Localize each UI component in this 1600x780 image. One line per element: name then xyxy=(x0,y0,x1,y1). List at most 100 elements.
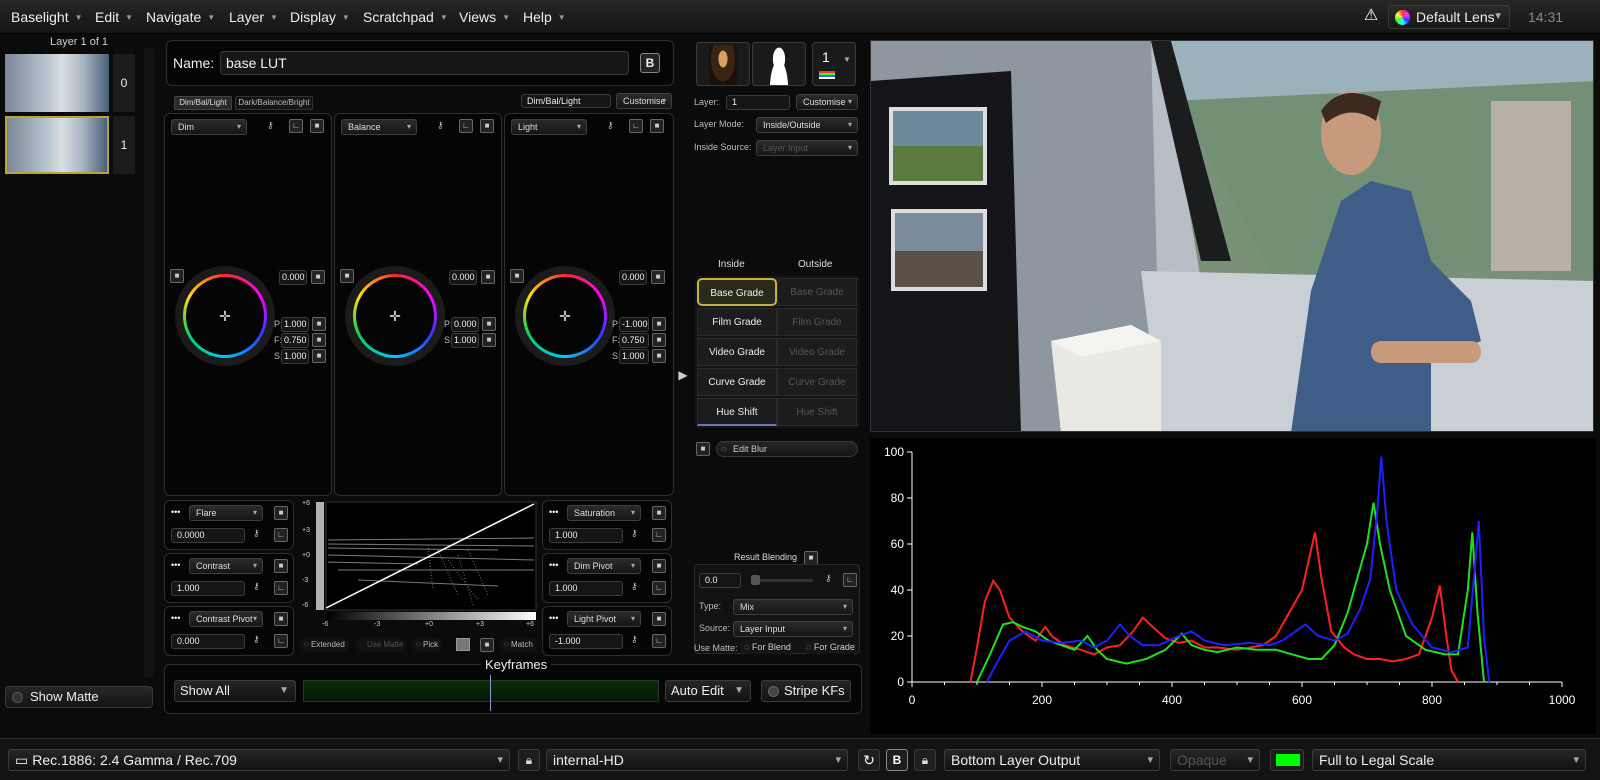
curve-icon[interactable]: ∟ xyxy=(274,581,288,595)
for-grade-toggle[interactable]: ◌ For Grade xyxy=(802,640,859,654)
light-color-wheel[interactable]: ✛ xyxy=(515,266,615,366)
grade-preset-field[interactable]: Dim/Bal/Light xyxy=(521,94,611,108)
reset-icon[interactable]: ■ xyxy=(652,317,666,331)
light-f-field[interactable]: 0.750 xyxy=(619,333,649,348)
layer-number-field[interactable]: 1 xyxy=(726,95,790,110)
reset-icon[interactable]: ■ xyxy=(652,506,666,520)
flare-value[interactable]: 0.0000 xyxy=(171,528,245,543)
outside-base-grade[interactable]: Base Grade xyxy=(777,278,857,306)
blend-slider[interactable] xyxy=(751,579,813,582)
blend-type-dropdown[interactable]: Mix xyxy=(733,599,853,615)
inside-curve-grade[interactable]: Curve Grade xyxy=(697,368,777,396)
menu-layer[interactable]: Layer ▼ xyxy=(229,0,278,34)
contrast-pivot-value[interactable]: 0.000 xyxy=(171,634,245,649)
color-swatch[interactable] xyxy=(1270,749,1304,771)
light-wheel-value[interactable]: 0.000 xyxy=(619,270,647,285)
dim-wheel-value[interactable]: 0.000 xyxy=(279,270,307,285)
extended-toggle[interactable]: ◌ Extended xyxy=(300,638,349,652)
opacity-dropdown[interactable]: Opaque xyxy=(1170,749,1260,771)
curve-icon[interactable]: ∟ xyxy=(629,119,643,133)
grade-customise-dropdown[interactable]: Customise xyxy=(616,93,672,109)
balance-color-wheel[interactable]: ✛ xyxy=(345,266,445,366)
dim-mode-dropdown[interactable]: Dim xyxy=(171,119,247,135)
source-image-button[interactable] xyxy=(696,42,750,86)
key-icon[interactable]: ⚷ xyxy=(607,120,614,131)
viewer-image[interactable] xyxy=(870,40,1594,432)
light-pivot-value[interactable]: -1.000 xyxy=(549,634,623,649)
dim-color-wheel[interactable]: ✛ xyxy=(175,266,275,366)
layer-thumbnail-0[interactable] xyxy=(5,54,109,112)
blend-menu-icon[interactable]: ■ xyxy=(804,551,818,565)
scale-dropdown[interactable]: Full to Legal Scale xyxy=(1312,749,1586,771)
reset-icon[interactable]: ■ xyxy=(312,317,326,331)
outside-hue-shift[interactable]: Hue Shift xyxy=(777,398,857,426)
light-p-field[interactable]: -1.000 xyxy=(619,317,649,332)
layer-name-input[interactable]: base LUT xyxy=(220,51,629,75)
format-dropdown[interactable]: internal-HD xyxy=(546,749,848,771)
reset-icon[interactable]: ■ xyxy=(652,559,666,573)
reset-icon[interactable]: ■ xyxy=(274,612,288,626)
layer-customise-dropdown[interactable]: Customise xyxy=(796,94,858,110)
reset-icon[interactable]: ■ xyxy=(652,349,666,363)
reset-icon[interactable]: ■ xyxy=(312,333,326,347)
use-matte-toggle[interactable]: ◌ Use Matte xyxy=(356,638,408,652)
layer-count-button[interactable]: 1 ▼ xyxy=(812,42,856,86)
contrast-dropdown[interactable]: Contrast xyxy=(189,558,263,574)
contrast-pivot-dropdown[interactable]: Contrast Pivot xyxy=(189,611,263,627)
saturation-dropdown[interactable]: Saturation xyxy=(567,505,641,521)
pick-toggle[interactable]: ◌ Pick xyxy=(412,638,443,652)
reset-icon[interactable]: ■ xyxy=(651,270,665,284)
key-icon[interactable]: ⚷ xyxy=(253,528,260,539)
balance-s-field[interactable]: 1.000 xyxy=(451,333,479,348)
balance-mode-dropdown[interactable]: Balance xyxy=(341,119,417,135)
tab-dark-balance-bright[interactable]: Dark/Balance/Bright xyxy=(235,96,313,110)
dim-s-field[interactable]: 1.000 xyxy=(281,349,309,364)
curve-icon[interactable]: ∟ xyxy=(459,119,473,133)
lock-icon[interactable]: 🔒︎ xyxy=(914,749,936,771)
key-icon[interactable]: ⚷ xyxy=(825,573,832,584)
key-icon[interactable]: ⚷ xyxy=(267,120,274,131)
refresh-icon[interactable]: ↻ xyxy=(858,749,880,771)
bookmark-icon[interactable]: ■ xyxy=(480,638,494,652)
menu-navigate[interactable]: Navigate ▼ xyxy=(146,0,215,34)
show-all-dropdown[interactable]: Show All ▼ xyxy=(174,680,296,702)
layer-mode-dropdown[interactable]: Inside/Outside xyxy=(756,117,858,133)
curve-icon[interactable]: ∟ xyxy=(274,634,288,648)
menu-baselight[interactable]: Baselight ▼ xyxy=(11,0,83,34)
reset-icon[interactable]: ■ xyxy=(311,270,325,284)
reset-icon[interactable]: ■ xyxy=(274,506,288,520)
balance-p-field[interactable]: 0.000 xyxy=(451,317,479,332)
menu-display[interactable]: Display ▼ xyxy=(290,0,350,34)
match-toggle[interactable]: ◌ Match xyxy=(500,638,537,652)
expand-arrow-icon[interactable]: ▶ xyxy=(676,364,690,386)
reset-icon[interactable]: ■ xyxy=(652,612,666,626)
light-s-field[interactable]: 1.000 xyxy=(619,349,649,364)
lock-icon[interactable]: 🔒︎ xyxy=(518,749,540,771)
curve-icon[interactable]: ∟ xyxy=(652,581,666,595)
dim-f-field[interactable]: 0.750 xyxy=(281,333,309,348)
key-icon[interactable]: ⚷ xyxy=(631,581,638,592)
outside-video-grade[interactable]: Video Grade xyxy=(777,338,857,366)
flare-dropdown[interactable]: Flare xyxy=(189,505,263,521)
layers-scrollbar[interactable] xyxy=(144,48,154,678)
reset-icon[interactable]: ■ xyxy=(482,317,496,331)
balance-wheel-value[interactable]: 0.000 xyxy=(449,270,477,285)
reset-icon[interactable]: ■ xyxy=(312,349,326,363)
bookmark-icon[interactable]: ■ xyxy=(480,119,494,133)
key-icon[interactable]: ⚷ xyxy=(631,528,638,539)
key-icon[interactable]: ⚷ xyxy=(631,634,638,645)
keyframe-timeline[interactable] xyxy=(303,680,659,702)
outside-curve-grade[interactable]: Curve Grade xyxy=(777,368,857,396)
bookmark-icon[interactable]: ■ xyxy=(650,119,664,133)
menu-views[interactable]: Views ▼ xyxy=(459,0,510,34)
reset-icon[interactable]: ■ xyxy=(274,559,288,573)
display-transform-dropdown[interactable]: ▭ Rec.1886: 2.4 Gamma / Rec.709 xyxy=(8,749,510,771)
bookmark-icon[interactable]: ■ xyxy=(310,119,324,133)
blur-menu-icon[interactable]: ■ xyxy=(696,442,710,456)
reset-icon[interactable]: ■ xyxy=(481,270,495,284)
dim-pivot-value[interactable]: 1.000 xyxy=(549,581,623,596)
menu-edit[interactable]: Edit ▼ xyxy=(95,0,133,34)
curve-icon[interactable]: ∟ xyxy=(274,528,288,542)
light-mode-dropdown[interactable]: Light xyxy=(511,119,587,135)
curve-icon[interactable]: ∟ xyxy=(652,634,666,648)
